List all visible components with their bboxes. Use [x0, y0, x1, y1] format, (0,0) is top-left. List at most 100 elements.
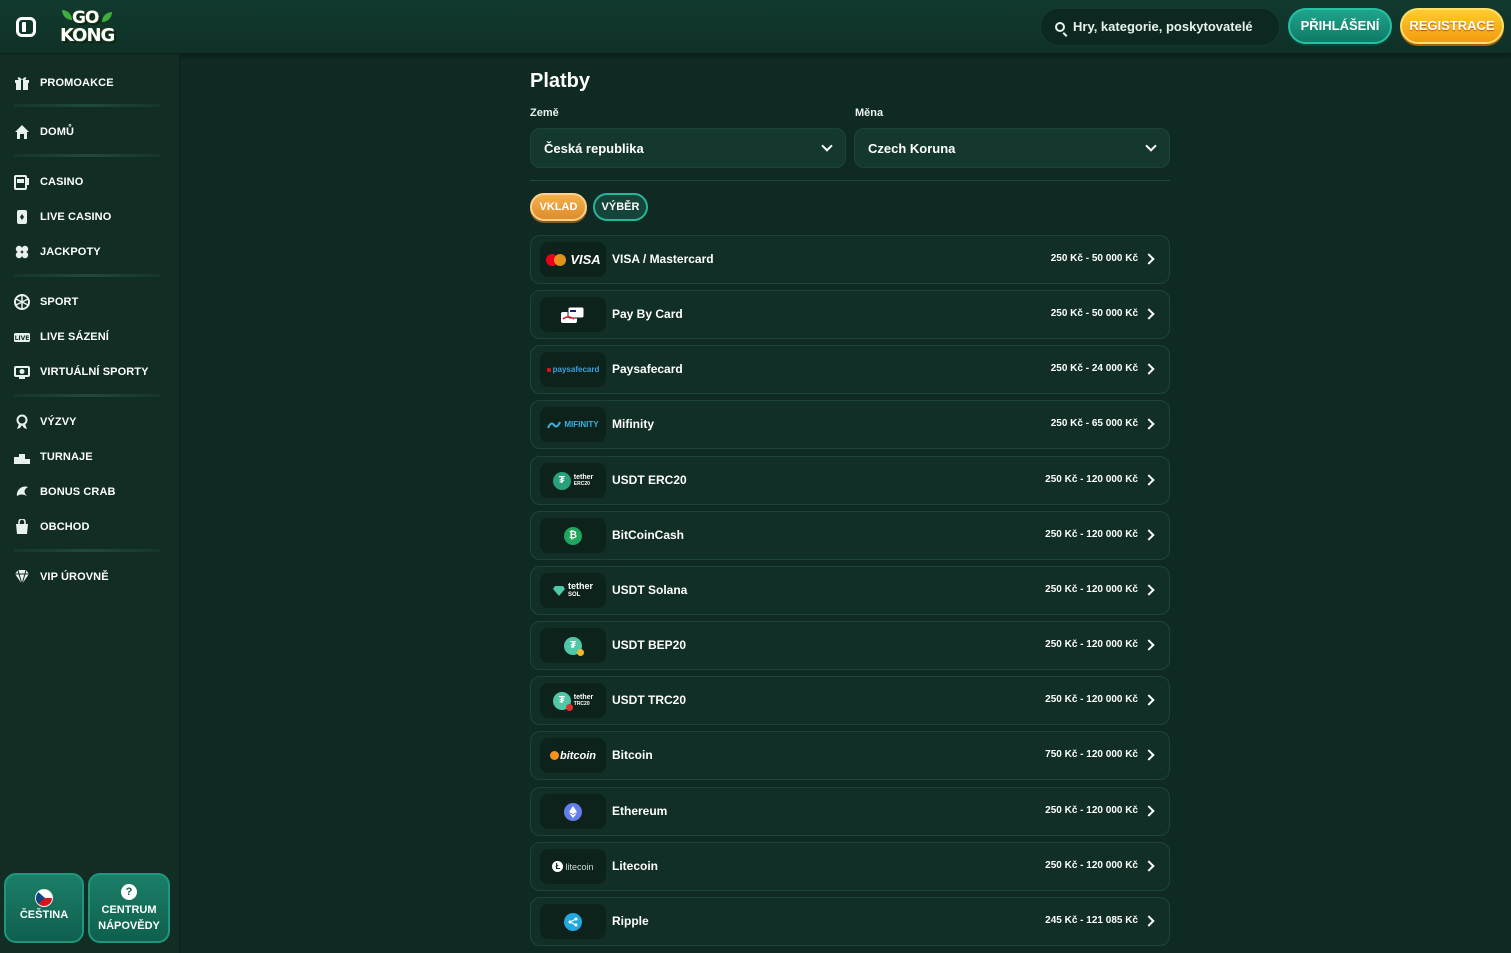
- tether-coin-icon: ₮: [552, 691, 573, 711]
- chevron-down-icon: [821, 140, 833, 152]
- chevron-right-icon: [1143, 805, 1155, 817]
- country-select[interactable]: Česká republika: [530, 128, 846, 168]
- sidebar-item-label: LIVE CASINO: [40, 211, 112, 223]
- payment-row-ripple[interactable]: Ripple 245 Kč - 121 085 Kč: [530, 897, 1170, 946]
- payment-row-usdt-erc20[interactable]: ₮ tether ERC20 USDT ERC20 250 Kč - 120 0…: [530, 456, 1170, 505]
- sidebar-item-label: LIVE SÁZENÍ: [40, 331, 109, 343]
- visa-text: VISA: [570, 252, 601, 267]
- visa-mastercard-logo: VISA: [540, 242, 606, 277]
- payment-name: USDT Solana: [612, 583, 688, 597]
- tether-sol-logo: tether SOL: [540, 573, 606, 608]
- tether-coin-icon: ₮: [552, 471, 571, 490]
- search-input[interactable]: Hry, kategorie, poskytovatelé: [1040, 8, 1280, 46]
- payment-row-bitcoincash[interactable]: ₿ BitCoinCash 250 Kč - 120 000 Kč: [530, 511, 1170, 560]
- country-label: Země: [530, 107, 559, 119]
- mastercard-icon: [546, 253, 567, 266]
- card-icon: [14, 209, 30, 225]
- sidebar-item-label: CASINO: [40, 176, 84, 188]
- payment-range: 250 Kč - 50 000 Kč: [1050, 253, 1138, 264]
- top-header: GO KONG Hry, kategorie, poskytovatelé PŘ…: [0, 0, 1511, 54]
- payment-row-visa-mastercard[interactable]: VISA VISA / Mastercard 250 Kč - 50 000 K…: [530, 235, 1170, 284]
- logo-text-kong: KONG: [60, 25, 115, 46]
- sidebar-item-promoakce[interactable]: PROMOAKCE: [14, 72, 114, 94]
- sidebar-item-bonus-crab[interactable]: BONUS CRAB: [14, 481, 116, 503]
- bitcoin-logo: bitcoin: [540, 738, 606, 773]
- sidebar-item-vip-urovne[interactable]: VIP ÚROVNĚ: [14, 566, 109, 588]
- sidebar-item-sport[interactable]: SPORT: [14, 291, 78, 313]
- payment-name: Pay By Card: [612, 307, 683, 321]
- pay-by-card-logo: [540, 297, 606, 332]
- sidebar-item-domu[interactable]: DOMŮ: [14, 121, 74, 143]
- payment-row-usdt-solana[interactable]: tether SOL USDT Solana 250 Kč - 120 000 …: [530, 566, 1170, 615]
- mifinity-logo: MIFINITY: [540, 407, 606, 442]
- card-stack-icon: [561, 306, 585, 323]
- register-button[interactable]: REGISTRACE: [1400, 8, 1504, 44]
- diamond-icon: [14, 569, 30, 585]
- payment-name: USDT TRC20: [612, 693, 687, 707]
- payment-range: 250 Kč - 120 000 Kč: [1045, 639, 1138, 650]
- crab-icon: [14, 484, 30, 500]
- help-center-button[interactable]: ? CENTRUM NÁPOVĚDY: [88, 873, 170, 943]
- sidebar-item-live-casino[interactable]: LIVE CASINO: [14, 206, 111, 228]
- payment-row-mifinity[interactable]: MIFINITY Mifinity 250 Kč - 65 000 Kč: [530, 400, 1170, 449]
- payment-row-bitcoin[interactable]: bitcoin Bitcoin 750 Kč - 120 000 Kč: [530, 731, 1170, 780]
- payment-row-usdt-bep20[interactable]: ₮ USDT BEP20 250 Kč - 120 000 Kč: [530, 621, 1170, 670]
- sidebar-item-label: VIRTUÁLNÍ SPORTY: [40, 366, 149, 378]
- mifinity-text: MIFINITY: [564, 420, 599, 429]
- tether-trc20-logo: ₮ tether TRC20: [540, 683, 606, 718]
- chevron-right-icon: [1143, 253, 1155, 265]
- sidebar-item-label: OBCHOD: [40, 521, 90, 533]
- payment-row-paysafecard[interactable]: paysafecard Paysafecard 250 Kč - 24 000 …: [530, 345, 1170, 394]
- medal-icon: [14, 414, 30, 430]
- sidebar-divider: [14, 154, 160, 157]
- chevron-right-icon: [1143, 694, 1155, 706]
- payment-name: Bitcoin: [612, 748, 653, 762]
- payment-name: BitCoinCash: [612, 528, 684, 542]
- payment-range: 250 Kč - 120 000 Kč: [1045, 474, 1138, 485]
- payment-row-litecoin[interactable]: Ł litecoin Litecoin 250 Kč - 120 000 Kč: [530, 842, 1170, 891]
- currency-select[interactable]: Czech Koruna: [854, 128, 1170, 168]
- search-icon: [1055, 22, 1065, 32]
- tab-withdraw[interactable]: VÝBĚR: [593, 193, 648, 221]
- chevron-right-icon: [1143, 860, 1155, 872]
- payment-range: 250 Kč - 65 000 Kč: [1050, 418, 1138, 429]
- sidebar-item-obchod[interactable]: OBCHOD: [14, 516, 90, 538]
- bitcoincash-coin-icon: ₿: [564, 526, 582, 545]
- sidebar-item-jackpoty[interactable]: JACKPOTY: [14, 241, 101, 263]
- czech-flag-icon: [35, 889, 53, 907]
- login-button[interactable]: PŘIHLÁŠENÍ: [1288, 8, 1392, 44]
- chevron-right-icon: [1143, 639, 1155, 651]
- currency-label: Měna: [855, 107, 884, 119]
- gokong-logo[interactable]: GO KONG: [58, 6, 116, 48]
- sidebar-item-turnaje[interactable]: TURNAJE: [14, 446, 93, 468]
- sidebar-item-label: VÝZVY: [40, 416, 77, 428]
- language-button[interactable]: ČEŠTINA: [4, 873, 84, 943]
- sidebar-item-vyzvy[interactable]: VÝZVY: [14, 411, 77, 433]
- language-label: ČEŠTINA: [19, 909, 69, 921]
- chevron-right-icon: [1143, 418, 1155, 430]
- payment-row-usdt-trc20[interactable]: ₮ tether TRC20 USDT TRC20 250 Kč - 120 0…: [530, 676, 1170, 725]
- slot-machine-icon: [14, 174, 30, 190]
- payment-name: Litecoin: [612, 859, 659, 873]
- litecoin-coin-icon: Ł: [552, 861, 564, 872]
- leaf-icon: [62, 10, 72, 20]
- home-icon: [14, 124, 30, 140]
- payment-row-ethereum[interactable]: Ethereum 250 Kč - 120 000 Kč: [530, 787, 1170, 836]
- payment-row-pay-by-card[interactable]: Pay By Card 250 Kč - 50 000 Kč: [530, 290, 1170, 339]
- payment-range: 245 Kč - 121 085 Kč: [1045, 915, 1138, 926]
- payment-name: VISA / Mastercard: [612, 252, 714, 266]
- mifinity-icon: [547, 421, 562, 428]
- menu-toggle-icon[interactable]: [16, 17, 36, 37]
- tether-coin-icon: ₮: [564, 636, 584, 656]
- sidebar-item-live-sazeni[interactable]: LIVE LIVE SÁZENÍ: [14, 326, 109, 348]
- currency-value: Czech Koruna: [868, 141, 956, 156]
- payment-name: Paysafecard: [612, 362, 683, 376]
- erc20-text: ERC20: [573, 480, 590, 487]
- sidebar-item-casino[interactable]: CASINO: [14, 171, 83, 193]
- sidebar-item-virtualni-sporty[interactable]: VIRTUÁLNÍ SPORTY: [14, 361, 149, 383]
- chevron-right-icon: [1143, 363, 1155, 375]
- tab-deposit[interactable]: VKLAD: [530, 193, 587, 221]
- podium-icon: [14, 449, 30, 465]
- payment-name: Ethereum: [612, 804, 668, 818]
- payment-range: 250 Kč - 24 000 Kč: [1050, 363, 1138, 374]
